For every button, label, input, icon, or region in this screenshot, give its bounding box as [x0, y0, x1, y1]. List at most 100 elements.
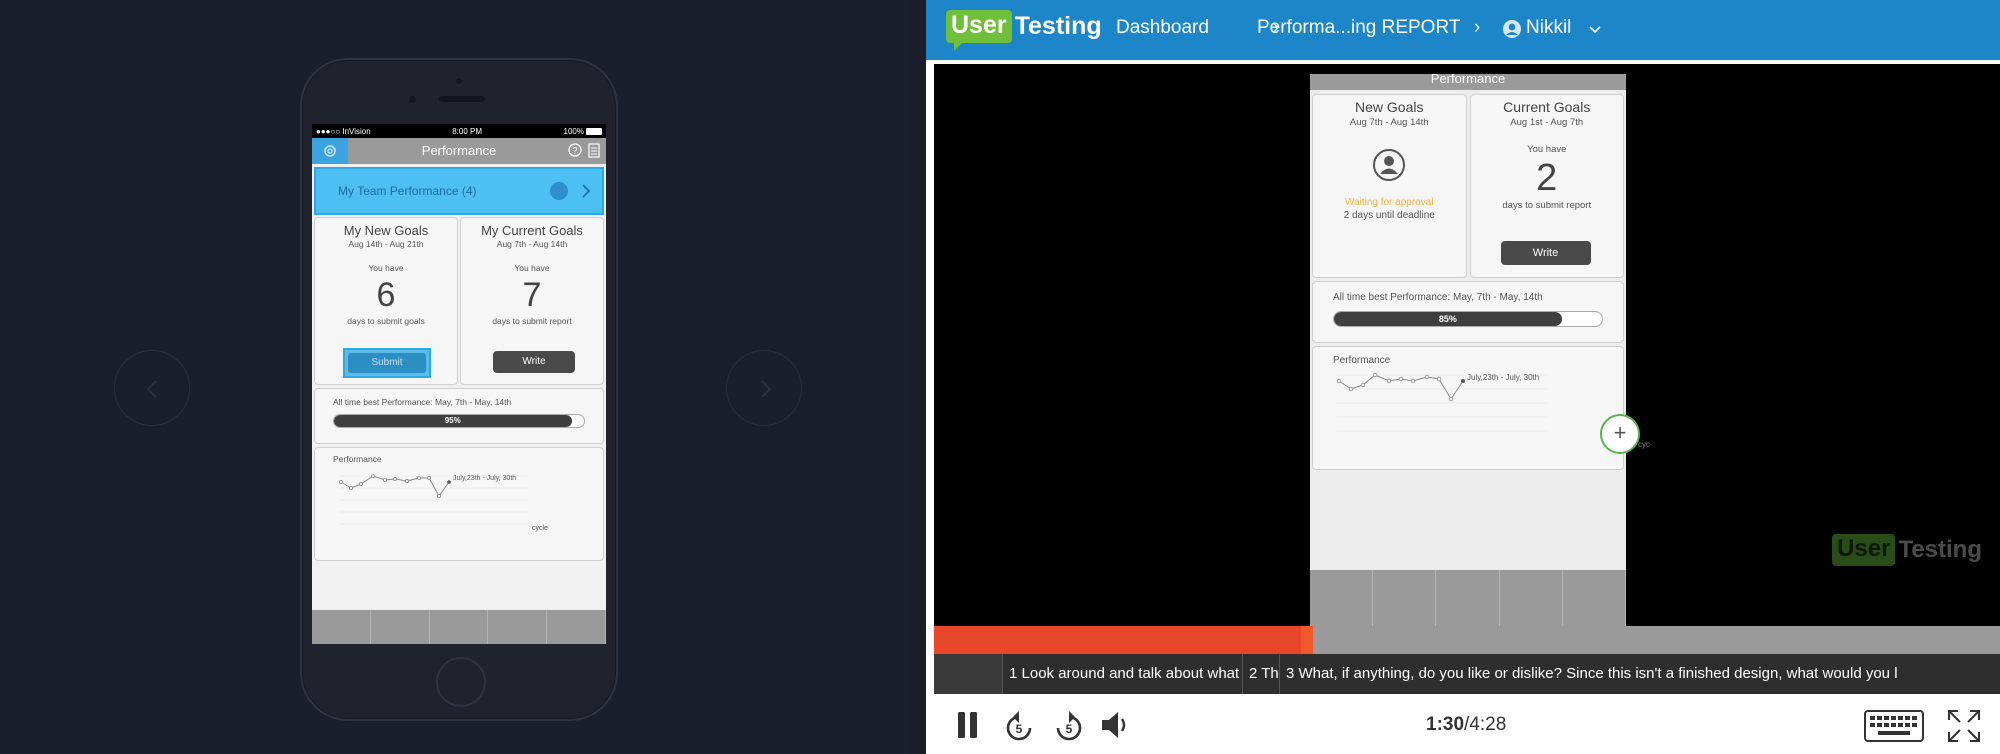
phone-frame: ●●●○○ InVision 8:00 PM 100% Performance … [300, 58, 618, 721]
current-goals-you-have: You have [514, 263, 550, 273]
breadcrumb-dashboard[interactable]: Dashboard [1116, 17, 1209, 39]
new-goals-days-count: 6 [376, 276, 396, 314]
video-current-goals-card: Current Goals Aug 1st - Aug 7th You have… [1469, 94, 1624, 278]
write-button[interactable]: Write [493, 351, 575, 373]
task-marker-3[interactable]: 3 What, if anything, do you like or disl… [1279, 654, 2000, 694]
video-write-button: Write [1500, 241, 1591, 265]
top-navigation-bar: User Testing Dashboard › Performa...ing … [926, 0, 2000, 60]
previous-screen-button[interactable] [114, 350, 190, 426]
video-performance-annotation: July,23th - July, 30th [1467, 373, 1539, 382]
document-icon[interactable] [588, 143, 600, 158]
status-battery: 100% [564, 127, 602, 136]
video-best-performance-fill: 85% [1334, 312, 1562, 326]
phone-screen: ●●●○○ InVision 8:00 PM 100% Performance … [312, 124, 606, 644]
svg-text:5: 5 [1016, 722, 1023, 736]
fullscreen-icon[interactable] [1946, 708, 1982, 744]
video-bottom-tab-bar [1310, 570, 1626, 626]
video-deadline-text: 2 days until deadline [1343, 210, 1435, 221]
submit-button-label: Submit [348, 353, 426, 373]
current-goals-card: My Current Goals Aug 7th - Aug 14th You … [460, 217, 604, 385]
video-performance-line-chart: July,23th - July, 30th [1336, 372, 1547, 432]
svg-text:?: ? [572, 146, 577, 156]
video-new-goals-dates: Aug 7th - Aug 14th [1349, 117, 1429, 128]
chevron-left-icon [146, 380, 157, 398]
current-goals-dates: Aug 7th - Aug 14th [496, 239, 568, 249]
video-app-header: Performance [1310, 74, 1626, 90]
breadcrumb-report[interactable]: Performa...ing REPORT [1257, 17, 1460, 39]
timeline-playhead[interactable] [1301, 626, 1314, 656]
status-carrier: ●●●○○ InVision [316, 126, 371, 136]
performance-x-label: cycle [532, 525, 548, 532]
performance-annotation: July,23th - July, 30th [453, 475, 516, 482]
new-goals-dates: Aug 14th - Aug 21th [348, 239, 424, 249]
next-screen-button[interactable] [726, 350, 802, 426]
person-icon [1373, 149, 1406, 181]
help-icon[interactable]: ? [568, 143, 582, 157]
team-row-badge: 2 [550, 182, 568, 200]
forward-5-icon[interactable]: 5 [1050, 708, 1086, 744]
performance-chart-title: Performance [333, 454, 382, 464]
video-player[interactable]: Performance New Goals Aug 7th - Aug 14th… [934, 64, 2000, 626]
video-current-goals-days-count: 2 [1536, 157, 1558, 199]
phone-camera [409, 96, 416, 103]
video-current-goals-dates: Aug 1st - Aug 7th [1510, 117, 1584, 128]
app-header: Performance ? [312, 138, 606, 164]
phone-sensor [456, 78, 462, 84]
battery-text: 100% [563, 126, 584, 136]
new-goals-title: My New Goals [343, 223, 429, 238]
tab-1[interactable] [312, 610, 371, 644]
video-current-goals-you-have: You have [1527, 144, 1567, 155]
player-controls: 5 5 1:30/4:28 [926, 694, 2000, 754]
keyboard-shortcuts-icon[interactable] [1864, 710, 1924, 742]
current-goals-sub: days to submit report [492, 316, 572, 326]
video-timeline-scrubber[interactable] [934, 626, 2000, 656]
performance-line-chart: July,23th - July, 30th cycle [338, 473, 548, 532]
add-note-button[interactable]: + [1600, 414, 1640, 454]
user-menu[interactable]: Nikkil [1526, 17, 1571, 39]
new-goals-sub: days to submit goals [347, 316, 425, 326]
volume-icon[interactable] [1100, 710, 1134, 740]
user-avatar-icon [1503, 20, 1521, 38]
video-performance-chart-card: Performance July,23th - July, 30th [1312, 346, 1624, 470]
video-best-performance-bar: 85% [1333, 311, 1603, 327]
video-app-title: Performance [1430, 74, 1506, 86]
watermark-user-text: User [1832, 534, 1896, 566]
tab-3[interactable] [430, 610, 489, 644]
task-marker-2[interactable]: 2 Th [1242, 654, 1279, 694]
video-performance-x-label: cyc [1638, 440, 1650, 449]
app-title: Performance [421, 143, 497, 158]
total-time: /4:28 [1464, 714, 1507, 735]
best-performance-card: All time best Performance: May, 7th - Ma… [314, 388, 604, 444]
team-row-label: My Team Performance (4) [338, 184, 477, 198]
rewind-5-icon[interactable]: 5 [1002, 708, 1038, 744]
chevron-right-icon [761, 380, 772, 398]
pause-icon[interactable] [956, 710, 980, 740]
video-new-goals-title: New Goals [1355, 99, 1424, 115]
battery-icon [586, 127, 602, 135]
settings-button[interactable] [312, 138, 348, 164]
my-team-performance-row[interactable]: My Team Performance (4) 2 [314, 167, 604, 215]
tab-4[interactable] [488, 610, 548, 644]
task-markers-bar: 1 Look around and talk about what you th… [934, 654, 2000, 694]
video-best-performance-label: All time best Performance: May, 7th - Ma… [1333, 292, 1543, 303]
logo-user-text: User [946, 10, 1012, 51]
video-approval-status: Waiting for approval [1344, 197, 1434, 208]
chevron-right-icon [582, 184, 591, 198]
current-goals-days-count: 7 [522, 276, 542, 314]
submit-button[interactable]: Submit [343, 348, 431, 378]
new-goals-you-have: You have [368, 263, 404, 273]
current-time: 1:30 [1426, 714, 1465, 735]
chevron-down-icon[interactable] [1588, 25, 1602, 35]
new-goals-card: My New Goals Aug 14th - Aug 21th You hav… [314, 217, 458, 385]
task-marker-1[interactable]: 1 Look around and talk about what you th… [1002, 654, 1242, 694]
best-performance-bar: 95% [333, 414, 585, 428]
video-best-performance-card: All time best Performance: May, 7th - Ma… [1312, 281, 1624, 343]
tab-2[interactable] [371, 610, 430, 644]
usertesting-logo[interactable]: User Testing [946, 10, 1102, 51]
breadcrumb-separator-icon: › [1474, 17, 1481, 38]
phone-home-button [436, 657, 486, 707]
tab-5[interactable] [547, 610, 606, 644]
logo-testing-text: Testing [1014, 12, 1102, 40]
video-current-goals-title: Current Goals [1503, 99, 1591, 115]
bottom-tab-bar [312, 610, 606, 644]
